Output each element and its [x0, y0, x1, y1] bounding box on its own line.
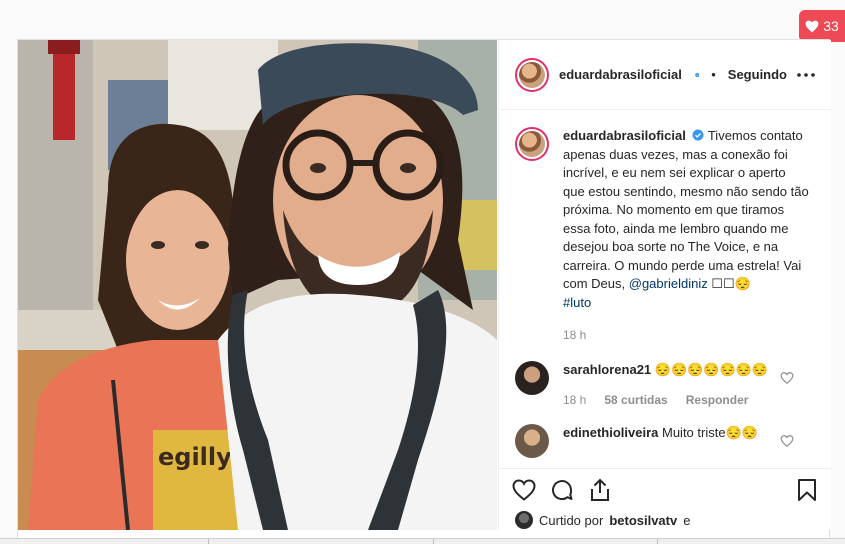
more-options-icon	[797, 72, 815, 77]
post-actions	[499, 468, 832, 510]
caption-avatar[interactable]	[515, 127, 549, 161]
comment-avatar[interactable]	[515, 360, 549, 395]
comment-username[interactable]: edinethioliveira	[563, 425, 658, 440]
comment-item: sarahlorena21 😔😔😔😔😔😔😔 18 h 58 curtidas R…	[515, 360, 816, 410]
divider	[657, 539, 658, 544]
heart-icon	[805, 20, 819, 32]
share-icon	[591, 478, 609, 501]
comment-icon	[552, 479, 573, 500]
caption-body: eduardabrasiloficial Tivemos contato ape…	[563, 127, 809, 345]
notification-badge[interactable]: 33	[799, 10, 845, 42]
comment-like-icon[interactable]	[780, 434, 794, 448]
comment-time: 18 h	[563, 393, 587, 407]
save-button[interactable]	[794, 477, 820, 503]
caption-time: 18 h	[563, 328, 587, 342]
comment-text: Muito triste😔😔	[662, 424, 758, 440]
reply-button[interactable]: Responder	[686, 391, 749, 410]
liker-avatar[interactable]	[515, 511, 533, 529]
save-icon	[798, 478, 816, 501]
verified-icon	[695, 72, 700, 77]
svg-text:egilly: egilly	[158, 443, 232, 471]
mention-link[interactable]: @gabrieldiniz	[629, 276, 708, 291]
comment-button[interactable]	[549, 477, 575, 503]
post-header: eduardabrasiloficial • Seguindo	[499, 40, 831, 110]
post-modal: egilly eduardabrasiloficial • Seguindo e…	[17, 39, 832, 544]
follow-separator: •	[711, 67, 716, 82]
comment-body: sarahlorena21 😔😔😔😔😔😔😔 18 h 58 curtidas R…	[563, 361, 809, 410]
likes-prefix: Curtido por	[539, 512, 604, 528]
divider	[208, 539, 209, 544]
comment-body: edinethioliveira Muito triste😔😔	[563, 424, 809, 458]
caption-username[interactable]: eduardabrasiloficial	[563, 128, 686, 143]
like-button[interactable]	[511, 477, 537, 503]
post-sidebar: eduardabrasiloficial • Seguindo eduardab…	[498, 40, 832, 530]
verified-icon	[692, 129, 704, 141]
comment-avatar[interactable]	[515, 423, 549, 458]
bottom-bar	[0, 538, 845, 544]
liker-username[interactable]: betosilvatv	[609, 513, 677, 528]
author-avatar[interactable]	[515, 57, 549, 92]
post-photo[interactable]: egilly	[18, 40, 497, 530]
likes-summary: Curtido por betosilvatv e	[499, 510, 832, 530]
caption-tail: ☐☐😔	[707, 276, 751, 291]
more-options-button[interactable]	[797, 63, 815, 87]
comment-meta: 18 h 58 curtidas Responder	[563, 391, 809, 410]
page: 33 egilly eduardabrasiloficial • Seguind…	[0, 0, 845, 544]
comments-list[interactable]: eduardabrasiloficial Tivemos contato ape…	[499, 111, 832, 467]
notification-count: 33	[823, 18, 839, 34]
comment-like-icon[interactable]	[780, 371, 794, 385]
caption-meta: 18 h	[563, 326, 809, 345]
following-button[interactable]: Seguindo	[728, 67, 787, 82]
divider	[433, 539, 434, 544]
author-username[interactable]: eduardabrasiloficial	[559, 67, 682, 82]
like-icon	[512, 478, 536, 501]
comment-username[interactable]: sarahlorena21	[563, 362, 651, 377]
selfie-image: egilly	[18, 40, 497, 530]
likes-suffix: e	[683, 512, 691, 528]
comment-item: edinethioliveira Muito triste😔😔	[515, 423, 816, 458]
hashtag-link[interactable]: #luto	[563, 295, 591, 310]
caption-text: Tivemos contato apenas duas vezes, mas a…	[563, 128, 809, 291]
share-button[interactable]	[587, 477, 613, 503]
comment-text: 😔😔😔😔😔😔😔	[654, 361, 769, 377]
caption-item: eduardabrasiloficial Tivemos contato ape…	[515, 127, 816, 345]
comment-likes[interactable]: 58 curtidas	[604, 391, 667, 410]
